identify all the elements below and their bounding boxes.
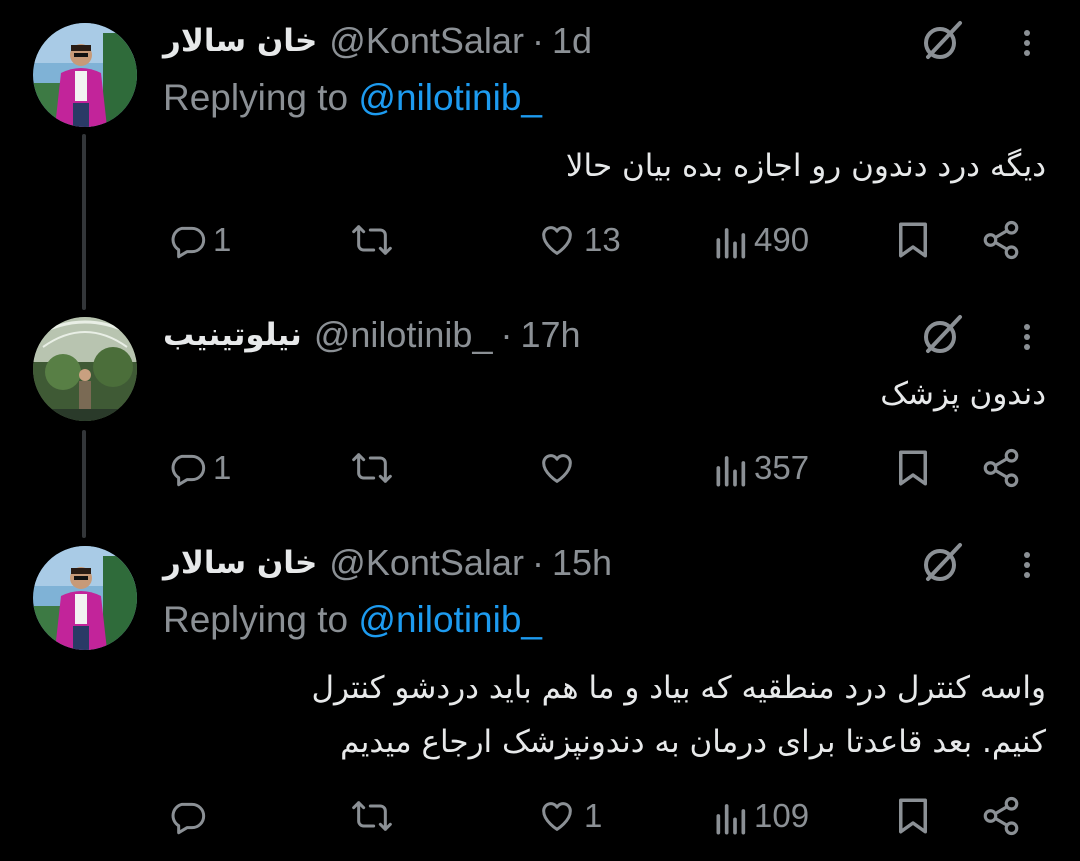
grok-icon[interactable] (918, 17, 966, 65)
repost-button[interactable] (349, 443, 401, 493)
bookmark-button[interactable] (894, 443, 932, 493)
tweet-text: دندون پزشک (880, 367, 1046, 421)
tweet-text: واسه کنترل درد منطقیه که بیاد و ما هم با… (311, 661, 1046, 769)
more-icon[interactable] (1012, 315, 1042, 359)
reply-count: 1 (213, 221, 232, 258)
replying-to: Replying to @nilotinib_ (163, 599, 542, 643)
separator: · (531, 542, 544, 583)
views-count: 109 (754, 797, 810, 834)
separator: · (531, 20, 544, 61)
tweet-header: خان سالار @KontSalar · 15h (163, 541, 612, 585)
like-button[interactable] (536, 443, 584, 493)
share-button[interactable] (980, 215, 1022, 265)
mention-link[interactable]: @nilotinib_ (358, 77, 542, 118)
share-button[interactable] (980, 791, 1022, 841)
like-icon (542, 226, 572, 255)
action-bar: 1 13 490 (0, 215, 1080, 265)
share-icon (983, 448, 1019, 488)
display-name[interactable]: خان سالار (163, 23, 317, 59)
timestamp[interactable]: 17h (520, 314, 580, 356)
user-handle[interactable]: @KontSalar (329, 542, 524, 584)
reply-icon (171, 226, 206, 259)
replying-prefix: Replying to (163, 77, 349, 118)
reply-button[interactable]: 1 (167, 443, 231, 493)
repost-button[interactable] (349, 791, 401, 841)
bookmark-button[interactable] (894, 791, 932, 841)
repost-button[interactable] (349, 215, 401, 265)
bookmark-icon (899, 798, 927, 834)
user-handle[interactable]: @nilotinib_ (314, 314, 493, 356)
like-icon (542, 454, 572, 483)
reply-count: 1 (213, 449, 232, 486)
tweet-text-line: دندون پزشک (880, 376, 1046, 412)
reply-button[interactable] (167, 791, 213, 841)
avatar[interactable] (33, 23, 137, 127)
share-button[interactable] (980, 443, 1022, 493)
action-bar: 1 109 (0, 791, 1080, 841)
share-icon (983, 220, 1019, 260)
repost-icon (352, 801, 392, 831)
timestamp[interactable]: 15h (552, 542, 612, 584)
like-button[interactable]: 1 (536, 791, 602, 841)
repost-icon (352, 225, 392, 255)
action-bar: 1 357 (0, 443, 1080, 493)
display-name[interactable]: نیلوتینیب (163, 317, 302, 353)
separator: · (500, 314, 513, 355)
like-icon (542, 802, 572, 831)
grok-icon[interactable] (918, 311, 966, 359)
views-count: 490 (754, 221, 810, 258)
reply-icon (171, 802, 206, 835)
share-icon (983, 796, 1019, 836)
like-count: 1 (584, 797, 603, 834)
bookmark-icon (899, 222, 927, 258)
views-button[interactable]: 357 (712, 443, 809, 493)
more-icon[interactable] (1012, 543, 1042, 587)
timestamp[interactable]: 1d (552, 20, 592, 62)
display-name[interactable]: خان سالار (163, 545, 317, 581)
views-button[interactable]: 109 (712, 791, 809, 841)
replying-to: Replying to @nilotinib_ (163, 77, 542, 121)
views-button[interactable]: 490 (712, 215, 809, 265)
tweet-text: دیگه درد دندون رو اجازه بده بیان حالا (566, 139, 1046, 193)
tweet[interactable]: خان سالار @KontSalar · 15h Replying to @… (0, 530, 1080, 861)
avatar[interactable] (33, 546, 137, 650)
replying-prefix: Replying to (163, 599, 349, 640)
bookmark-icon (899, 450, 927, 486)
reply-icon (171, 454, 206, 487)
reply-button[interactable]: 1 (167, 215, 231, 265)
tweet-header: خان سالار @KontSalar · 1d (163, 19, 592, 63)
user-handle[interactable]: @KontSalar (329, 20, 524, 62)
grok-icon[interactable] (918, 539, 966, 587)
tweet-text-line: کنیم. بعد قاعدتا برای درمان به دندونپزشک… (340, 724, 1046, 760)
tweet[interactable]: نیلوتینیب @nilotinib_ · 17h دندون پزشک 1… (0, 300, 1080, 530)
tweet-text-line: واسه کنترل درد منطقیه که بیاد و ما هم با… (311, 670, 1046, 706)
tweet-text-line: دیگه درد دندون رو اجازه بده بیان حالا (565, 148, 1046, 184)
like-button[interactable]: 13 (536, 215, 621, 265)
repost-icon (352, 453, 392, 483)
tweet-header: نیلوتینیب @nilotinib_ · 17h (163, 313, 581, 357)
views-count: 357 (754, 449, 810, 486)
more-icon[interactable] (1012, 21, 1042, 65)
views-icon (716, 456, 746, 487)
tweet[interactable]: خان سالار @KontSalar · 1d Replying to @n… (0, 0, 1080, 300)
avatar[interactable] (33, 317, 137, 421)
bookmark-button[interactable] (894, 215, 932, 265)
views-icon (716, 228, 746, 259)
views-icon (716, 804, 746, 835)
mention-link[interactable]: @nilotinib_ (358, 599, 542, 640)
like-count: 13 (584, 221, 621, 258)
